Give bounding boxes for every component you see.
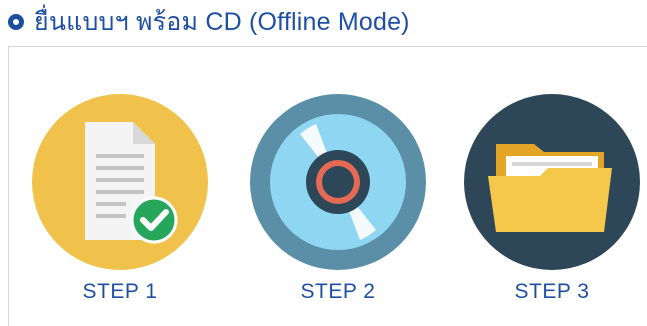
open-folder-icon	[464, 94, 640, 270]
step-3-label[interactable]: STEP 3	[515, 280, 590, 304]
header: ยื่นแบบฯ พร้อม CD (Offline Mode)	[8, 4, 410, 40]
cd-disc-icon	[250, 94, 426, 270]
step-3[interactable]: STEP 3	[462, 92, 642, 304]
step-2-label[interactable]: STEP 2	[301, 280, 376, 304]
step-1[interactable]: STEP 1	[30, 92, 210, 304]
radio-button[interactable]	[8, 14, 24, 30]
document-check-icon	[32, 94, 208, 270]
step-1-label[interactable]: STEP 1	[83, 280, 158, 304]
step-2[interactable]: STEP 2	[248, 92, 428, 304]
page-title: ยื่นแบบฯ พร้อม CD (Offline Mode)	[34, 8, 410, 36]
